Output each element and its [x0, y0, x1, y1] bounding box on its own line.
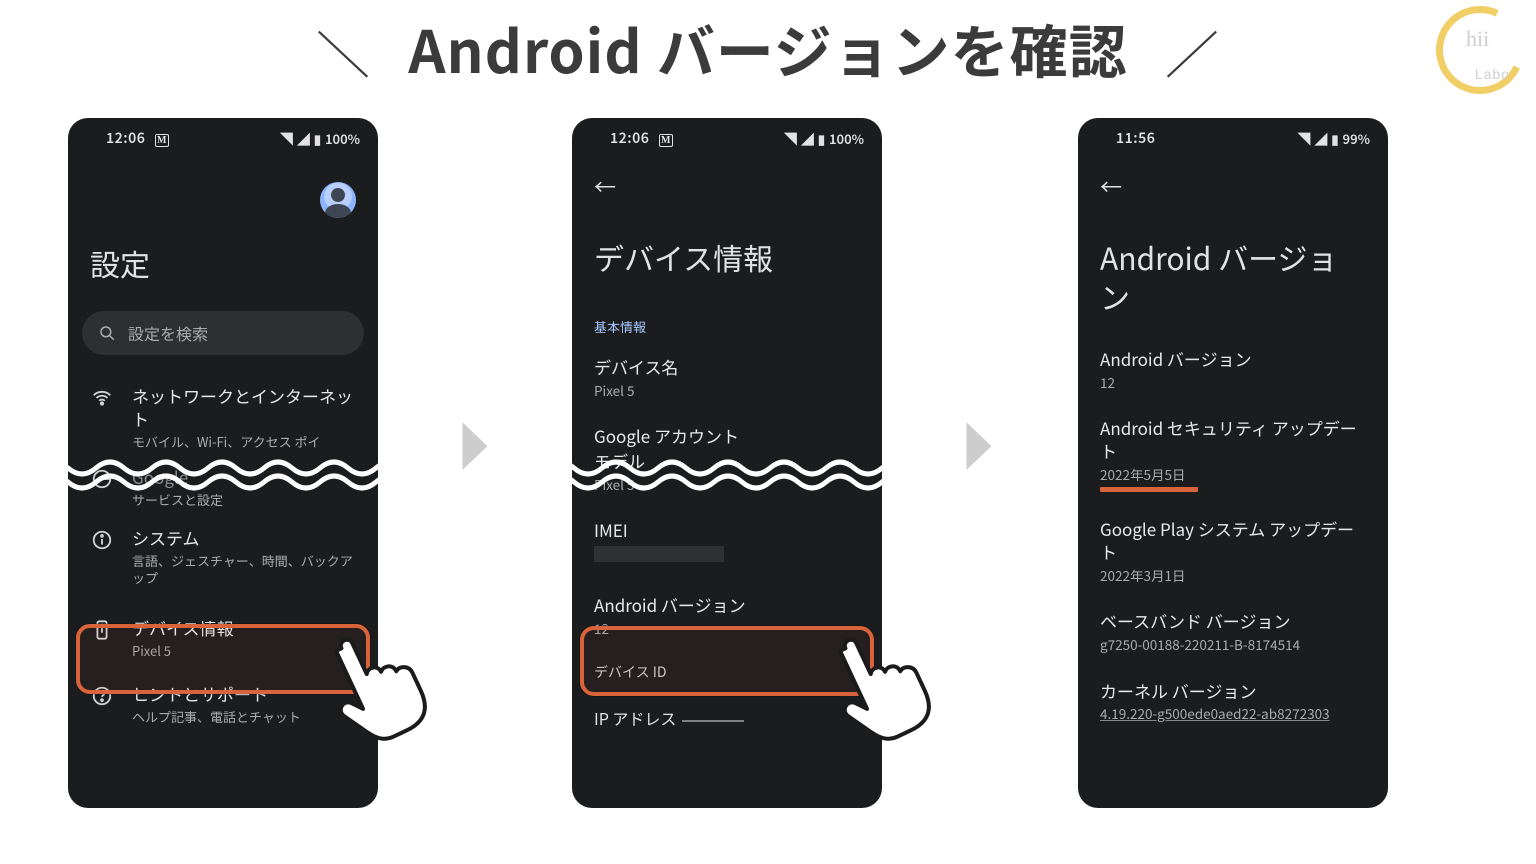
battery-pct: 99% — [1343, 129, 1370, 148]
item-title: ベースバンド バージョン — [1100, 610, 1366, 633]
item-sub: g7250-00188-220211-B-8174514 — [1100, 635, 1366, 653]
page-title-text: Android バージョンを確認 — [408, 6, 1127, 90]
status-bar: 12:06 M ◥ ◢ ▮ 100% — [68, 118, 378, 152]
item-sub: Pixel 5 — [594, 475, 860, 493]
item-sub: 2022年5月5日 — [1100, 465, 1366, 483]
brand-logo: hii Labo — [1436, 6, 1524, 94]
phone-device-info: 12:06 M ◥ ◢ ▮ 100% ← デバイス情報 基本情報 デバイス名 P… — [572, 118, 882, 808]
wifi-icon: ◥ — [1297, 129, 1310, 148]
item-title: Google — [132, 466, 356, 489]
row-security-update[interactable]: Android セキュリティ アップデート 2022年5月5日 — [1078, 405, 1388, 506]
item-sub: 4.19.220-g500ede0aed22-ab8272303 — [1100, 704, 1366, 722]
status-bar: 11:56 ◥ ◢ ▮ 99% — [1078, 118, 1388, 152]
underline-accent — [1100, 487, 1198, 492]
screen-title: デバイス情報 — [572, 208, 882, 307]
status-icons: ◥ ◢ ▮ 100% — [280, 129, 360, 148]
brand-logo-text: hii — [1466, 26, 1489, 52]
phone-settings: 12:06 M ◥ ◢ ▮ 100% 設定 設定を検索 ネットワークとインターネ… — [68, 118, 378, 808]
item-sub: 言語、ジェスチャー、時間、バックアップ — [132, 552, 356, 587]
info-icon — [90, 529, 114, 551]
item-title: Google Play システム アップデート — [1100, 518, 1366, 564]
settings-item-system[interactable]: システム 言語、ジェスチャー、時間、バックアップ — [68, 515, 378, 599]
battery-icon: ▮ — [314, 129, 321, 148]
row-android-version[interactable]: Android バージョン 12 — [1078, 336, 1388, 405]
imei-redacted — [594, 546, 724, 562]
battery-icon: ▮ — [1331, 129, 1338, 148]
status-icons: ◥ ◢ ▮ 99% — [1297, 129, 1370, 148]
row-imei[interactable]: IMEI — [572, 507, 882, 576]
item-sub: Pixel 5 — [594, 381, 860, 399]
item-title: Google アカウント — [594, 425, 860, 448]
item-sub: 12 — [1100, 373, 1366, 391]
settings-item-google[interactable]: Google サービスと設定 — [68, 462, 378, 514]
status-time-text: 12:06 — [106, 128, 145, 148]
battery-icon: ▮ — [818, 129, 825, 148]
item-sub: 2022年3月1日 — [1100, 566, 1366, 584]
item-title: システム — [132, 527, 356, 550]
battery-pct: 100% — [829, 129, 864, 148]
signal-icon: ◢ — [801, 129, 814, 148]
slash-left-icon: ＼ — [316, 13, 372, 90]
status-time: 12:06 M — [106, 128, 169, 148]
item-sub: モバイル、Wi-Fi、アクセス ポイ — [132, 433, 356, 451]
profile-avatar[interactable] — [320, 182, 356, 218]
battery-pct: 100% — [325, 129, 360, 148]
item-title: Android バージョン — [1100, 348, 1366, 371]
settings-item-network[interactable]: ネットワークとインターネット モバイル、Wi-Fi、アクセス ポイ — [68, 373, 378, 462]
signal-icon: ◢ — [297, 129, 310, 148]
item-title: モデル — [594, 450, 860, 473]
phone-android-version: 11:56 ◥ ◢ ▮ 99% ← Android バージョン Android … — [1078, 118, 1388, 808]
item-title: Android バージョン — [594, 594, 860, 617]
row-play-system-update[interactable]: Google Play システム アップデート 2022年3月1日 — [1078, 506, 1388, 598]
back-button[interactable]: ← — [1078, 152, 1388, 208]
brand-logo-sub: Labo — [1475, 66, 1510, 82]
gmail-icon: M — [659, 134, 673, 147]
step-arrow-icon — [962, 420, 996, 466]
redacted-line — [682, 720, 744, 722]
google-icon — [90, 468, 114, 490]
search-placeholder: 設定を検索 — [128, 321, 208, 345]
section-basic-info: 基本情報 — [572, 307, 882, 344]
item-title: カーネル バージョン — [1100, 680, 1366, 703]
search-icon — [98, 324, 116, 342]
status-icons: ◥ ◢ ▮ 100% — [784, 129, 864, 148]
item-title: IMEI — [594, 519, 860, 542]
item-title: Android セキュリティ アップデート — [1100, 417, 1366, 463]
status-bar: 12:06 M ◥ ◢ ▮ 100% — [572, 118, 882, 152]
wifi-icon — [90, 387, 114, 409]
status-time: 11:56 — [1116, 128, 1155, 148]
gmail-icon: M — [155, 134, 169, 147]
step-arrow-icon — [458, 420, 492, 466]
item-title: デバイス名 — [594, 356, 860, 379]
item-title: ネットワークとインターネット — [132, 385, 356, 431]
item-sub: ヘルプ記事、電話とチャット — [132, 708, 356, 726]
page-title: ＼ Android バージョンを確認 ／ — [0, 6, 1536, 95]
row-device-name[interactable]: デバイス名 Pixel 5 — [572, 344, 882, 413]
row-kernel[interactable]: カーネル バージョン 4.19.220-g500ede0aed22-ab8272… — [1078, 668, 1388, 723]
status-time-text: 12:06 — [610, 128, 649, 148]
slash-right-icon: ／ — [1165, 13, 1221, 90]
item-title: IP アドレス — [594, 706, 676, 730]
row-baseband[interactable]: ベースバンド バージョン g7250-00188-220211-B-817451… — [1078, 598, 1388, 667]
back-button[interactable]: ← — [572, 152, 882, 208]
highlight-device-info — [76, 624, 370, 694]
row-ip-address[interactable]: IP アドレス — [572, 696, 882, 730]
row-model[interactable]: モデル Pixel 5 — [572, 450, 882, 507]
screen-title: Android バージョン — [1078, 208, 1388, 336]
item-sub: サービスと設定 — [132, 491, 356, 509]
screen-title: 設定 — [68, 152, 378, 305]
status-time: 12:06 M — [610, 128, 673, 148]
wifi-icon: ◥ — [280, 129, 293, 148]
row-google-account[interactable]: Google アカウント — [572, 413, 882, 450]
signal-icon: ◢ — [1314, 129, 1327, 148]
wifi-icon: ◥ — [784, 129, 797, 148]
search-input[interactable]: 設定を検索 — [82, 311, 364, 355]
highlight-android-version — [580, 626, 874, 696]
